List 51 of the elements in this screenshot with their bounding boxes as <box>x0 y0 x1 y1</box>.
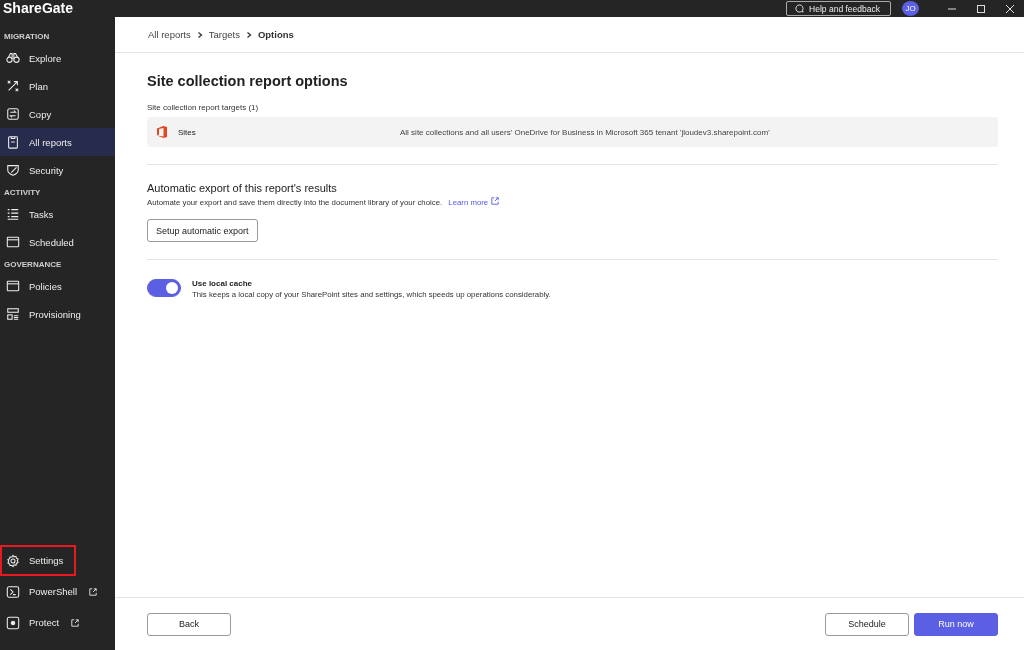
chevron-icon <box>245 31 252 38</box>
page-title: Site collection report options <box>147 73 349 89</box>
sidebar-item[interactable]: Protect <box>0 607 115 638</box>
chat-icon <box>795 4 805 13</box>
sidebar-item[interactable]: Scheduled <box>0 228 115 256</box>
sidebar-item[interactable]: Settings <box>0 545 76 576</box>
sidebar-item[interactable]: Plan <box>0 72 115 100</box>
section-title: Automatic export of this report's results <box>147 182 338 194</box>
settings-icon <box>6 553 20 568</box>
sidebar-item[interactable]: Security <box>0 156 115 184</box>
back-button[interactable]: Back <box>147 612 231 636</box>
copy-icon <box>6 107 20 121</box>
section-header: ACTIVITY <box>3 187 42 199</box>
list-icon <box>6 207 20 221</box>
help-button[interactable]: Help and feedback <box>786 1 891 16</box>
sidebar-item[interactable]: Explore <box>0 44 115 72</box>
calendar-icon <box>6 279 20 293</box>
binoculars-icon <box>6 51 20 65</box>
section-label: Site collection report targets (1) <box>147 103 260 112</box>
toggle-switch[interactable] <box>147 279 181 297</box>
schedule-button[interactable]: Schedule <box>825 612 909 636</box>
shield-icon <box>6 163 20 177</box>
sidebar-item[interactable]: Provisioning <box>0 300 115 328</box>
sidebar-item[interactable]: PowerShell <box>0 576 115 607</box>
maximize-icon[interactable] <box>976 4 985 13</box>
sidebar-item[interactable]: Tasks <box>0 200 115 228</box>
target-description: All site collections and all users' OneDrive for Business in Microsoft 365 tenant 'jloudev3.sharepoint.com' <box>400 127 770 137</box>
path-icon <box>6 79 20 93</box>
breadcrumb-item[interactable]: Targets <box>208 29 240 40</box>
toggle-label: Use local cache <box>192 279 254 288</box>
external-link-icon <box>491 197 500 205</box>
office-icon <box>157 126 167 138</box>
sidebar-item[interactable]: Copy <box>0 100 115 128</box>
run-now-button[interactable]: Run now <box>914 612 998 636</box>
chevron-icon <box>196 31 203 38</box>
template-icon <box>6 307 20 321</box>
app-logo: ShareGate <box>2 0 75 18</box>
close-icon[interactable] <box>1005 4 1014 13</box>
terminal-icon <box>6 584 20 599</box>
sidebar-item[interactable]: Policies <box>0 272 115 300</box>
setup-export-button[interactable]: Setup automatic export <box>147 219 258 242</box>
breadcrumb-item: Options <box>257 29 294 40</box>
section-header: MIGRATION <box>3 31 51 43</box>
calendar-icon <box>6 235 20 249</box>
clipboard-icon <box>6 135 20 149</box>
section-header: GOVERNANCE <box>3 259 63 271</box>
user-avatar[interactable]: JO <box>902 1 919 16</box>
target-name: Sites <box>178 127 197 137</box>
sidebar-item[interactable]: All reports <box>0 128 115 156</box>
protect-icon <box>6 615 20 630</box>
breadcrumb-item[interactable]: All reports <box>148 29 191 40</box>
